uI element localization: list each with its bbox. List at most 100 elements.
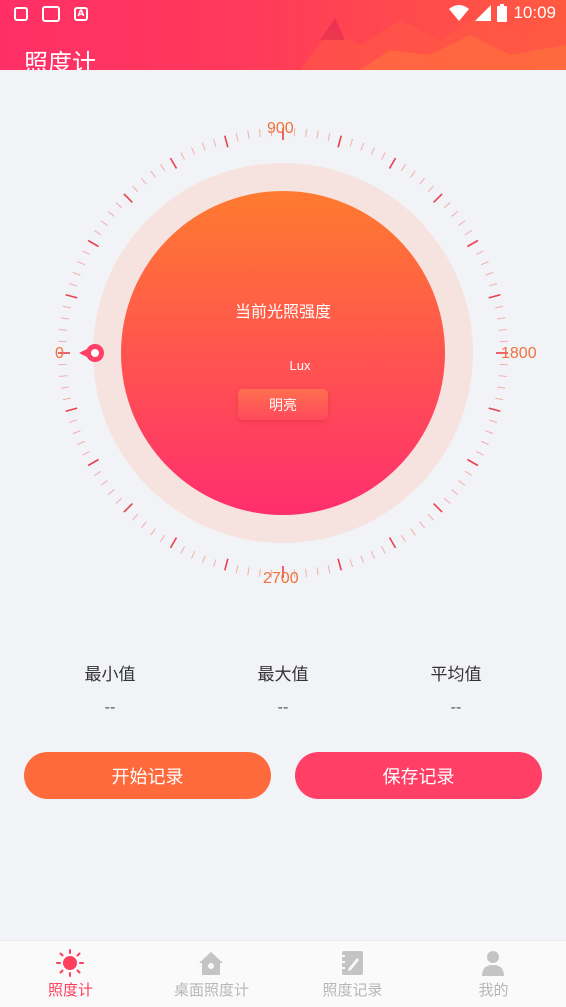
bottom-tab-bar: 照度计 桌面照度计 照度记录 我的 <box>0 940 566 1007</box>
notebook-icon <box>338 949 366 977</box>
dial-tick <box>181 153 185 160</box>
dial-tick <box>350 559 352 567</box>
dial-label-top: 900 <box>267 120 294 138</box>
dial-tick <box>338 559 341 571</box>
tab-mine[interactable]: 我的 <box>423 941 564 1007</box>
dial-tick <box>202 556 205 563</box>
dial-tick <box>61 318 69 319</box>
dial-pointer-icon <box>79 344 104 362</box>
dial-label-left: 0 <box>55 345 64 363</box>
dial-tick <box>63 306 71 308</box>
dial-tick <box>465 471 472 475</box>
dial-tick <box>459 221 465 226</box>
dial-tick <box>390 537 396 547</box>
signal-icon <box>475 5 491 21</box>
dial-tick <box>116 202 122 207</box>
dial-tick <box>481 441 488 444</box>
start-record-button[interactable]: 开始记录 <box>24 752 271 799</box>
dial-tick <box>495 306 503 308</box>
dial-tick <box>61 387 69 388</box>
dial-tick <box>108 211 114 216</box>
dial-tick <box>371 551 374 558</box>
dial-inner-disc <box>121 191 445 515</box>
dial-tick <box>83 452 90 456</box>
stat-min-label: 最小值 <box>40 660 180 685</box>
dial-tick <box>476 251 483 255</box>
tab-light-meter-label: 照度计 <box>0 979 141 1000</box>
status-bar: A 10:09 <box>0 0 566 30</box>
dial-tick <box>486 431 493 434</box>
dial-tick <box>213 139 215 147</box>
dial-tick <box>202 143 205 150</box>
dial-tick <box>444 202 450 207</box>
dial-tick <box>66 295 78 298</box>
dial-tick <box>88 241 98 247</box>
dial-tick <box>420 178 425 184</box>
dial-tick <box>420 522 425 528</box>
clock: 10:09 <box>513 3 556 23</box>
dial-tick <box>495 398 503 400</box>
dial-tick <box>371 147 374 154</box>
page-title: 照度计 <box>24 48 96 70</box>
dial-tick <box>236 565 238 573</box>
dial-tick <box>338 136 341 148</box>
dial-tick <box>428 186 433 192</box>
dial-tick <box>317 567 318 575</box>
dial-tick <box>401 535 405 542</box>
battery-icon <box>497 4 507 22</box>
dial-tick <box>59 376 67 377</box>
dial-tick <box>248 567 249 575</box>
tab-desktop-meter[interactable]: 桌面照度计 <box>141 941 282 1007</box>
dial-tick <box>328 565 330 573</box>
stat-avg-label: 平均值 <box>386 660 526 685</box>
dial-tick <box>66 408 78 411</box>
dial-tick <box>411 529 416 535</box>
dial-tick <box>191 147 194 154</box>
dial-tick <box>160 164 164 171</box>
dial-tick <box>88 460 98 466</box>
dial-tick <box>160 535 164 542</box>
dial-tick <box>411 171 416 177</box>
dial-tick <box>481 261 488 264</box>
dial-tick <box>83 251 90 255</box>
dial-tick <box>382 153 386 160</box>
dial-tick <box>248 131 249 139</box>
stat-min-value: -- <box>40 699 180 717</box>
dial-tick <box>101 221 107 226</box>
dial-tick <box>73 431 80 434</box>
stat-avg-value: -- <box>386 699 526 717</box>
dial-tick <box>225 136 228 148</box>
dial-tick <box>467 241 477 247</box>
dial-tick <box>77 441 84 444</box>
tab-records[interactable]: 照度记录 <box>282 941 423 1007</box>
dial-tick <box>101 481 107 486</box>
tab-light-meter[interactable]: 照度计 <box>0 941 141 1007</box>
dial-tick <box>452 211 458 216</box>
dial-tick <box>452 490 458 495</box>
dial-tick <box>497 318 505 319</box>
dial-tick <box>225 559 228 571</box>
dial-tick <box>489 295 501 298</box>
dial-tick <box>306 129 307 137</box>
stat-max-label: 最大值 <box>213 660 353 685</box>
dial-tick <box>141 522 146 528</box>
dial-tick <box>124 194 132 202</box>
current-light-label: 当前光照强度 <box>183 298 383 322</box>
dial-tick <box>499 329 507 330</box>
unit-label: Lux <box>270 358 330 373</box>
dial-tick <box>434 194 442 202</box>
dial-tick <box>306 569 307 577</box>
tab-mine-label: 我的 <box>423 979 564 1000</box>
dial-tick <box>213 559 215 567</box>
dial-tick <box>191 551 194 558</box>
dial-tick <box>317 131 318 139</box>
person-icon <box>479 949 507 977</box>
dial-tick <box>401 164 405 171</box>
dial-tick <box>181 546 185 553</box>
dial-tick <box>390 158 396 168</box>
dial-tick <box>467 460 477 466</box>
brightness-badge: 明亮 <box>238 389 328 420</box>
save-record-button[interactable]: 保存记录 <box>295 752 542 799</box>
dial-tick <box>428 514 433 520</box>
dial-tick <box>69 420 77 422</box>
